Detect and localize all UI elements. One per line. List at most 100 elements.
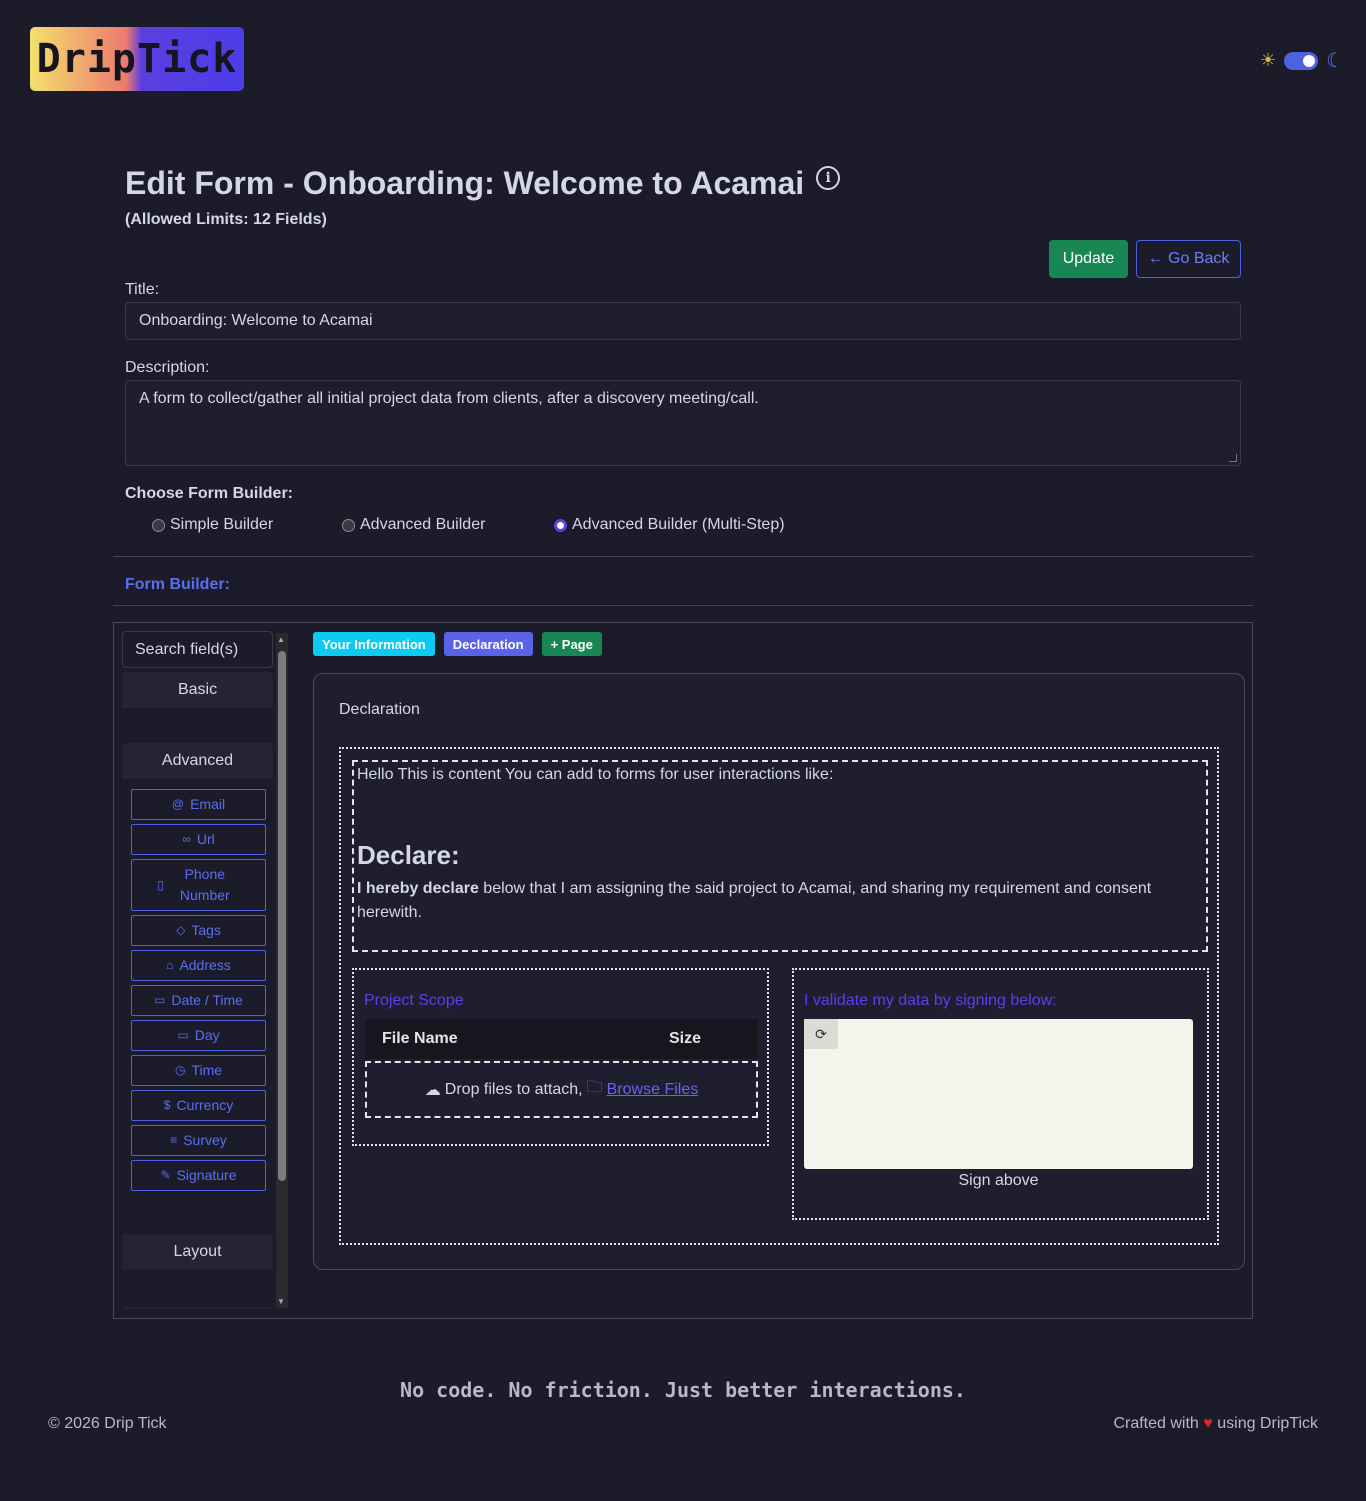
field-button-label: Currency (176, 1097, 234, 1113)
refresh-icon[interactable]: ⟳ (804, 1019, 838, 1049)
browse-files-link[interactable]: Browse Files (607, 1081, 699, 1099)
radio-simple-builder[interactable]: Simple Builder (152, 516, 273, 534)
limits-text: (Allowed Limits: 12 Fields) (125, 211, 327, 228)
scroll-down-icon[interactable]: ▼ (277, 1297, 285, 1306)
currency-icon: $ (163, 1098, 171, 1112)
content-body: I hereby declare below that I am assigni… (357, 877, 1203, 925)
tab-declaration[interactable]: Declaration (443, 632, 533, 656)
field-button-day[interactable]: ▭ Day (131, 1020, 266, 1051)
scroll-up-icon[interactable]: ▲ (277, 635, 285, 644)
radio-dot[interactable] (342, 518, 355, 532)
signature-field[interactable]: I validate my data by signing below: ⟳ S… (792, 968, 1209, 1220)
add-page-button[interactable]: + Page (541, 632, 602, 656)
page-card: Declaration Hello This is content You ca… (313, 673, 1245, 1270)
field-button-url[interactable]: ∞ Url (131, 824, 266, 855)
file-field-label: Project Scope (364, 992, 464, 1009)
divider (113, 605, 1253, 606)
time-icon: ◷ (174, 1063, 186, 1077)
field-button-label: Survey (183, 1132, 227, 1148)
field-button-email[interactable]: @ Email (131, 789, 266, 820)
description-text: A form to collect/gather all initial pro… (139, 390, 759, 407)
email-icon: @ (171, 797, 185, 811)
search-fields-input[interactable]: Search field(s) (122, 631, 273, 668)
scroll-thumb[interactable] (278, 651, 286, 1181)
resize-grip[interactable] (1229, 454, 1237, 462)
content-block[interactable]: Hello This is content You can add to for… (352, 760, 1208, 952)
brand-logo[interactable]: DripTick (30, 27, 244, 91)
field-button-label: Signature (176, 1167, 237, 1183)
section-next (122, 1307, 273, 1309)
footer-tagline: No code. No friction. Just better intera… (400, 1378, 966, 1402)
url-icon: ∞ (182, 832, 191, 846)
heart-icon: ♥ (1203, 1415, 1213, 1432)
go-back-button[interactable]: ← Go Back (1136, 240, 1241, 278)
content-intro: Hello This is content You can add to for… (357, 766, 834, 783)
field-button-label: Address (179, 957, 231, 973)
section-advanced[interactable]: Advanced (122, 743, 273, 779)
moon-icon: ☾ (1326, 50, 1344, 72)
footer-copyright: © 2026 Drip Tick (48, 1415, 167, 1432)
description-textarea[interactable]: A form to collect/gather all initial pro… (125, 380, 1241, 466)
drop-zone[interactable]: Hello This is content You can add to for… (339, 747, 1219, 1245)
footer-crafted: Crafted with ♥ using DripTick (1113, 1415, 1318, 1433)
field-button-address[interactable]: ⌂ Address (131, 950, 266, 981)
title-label: Title: (125, 281, 160, 298)
file-table-header: File Name Size (365, 1019, 758, 1059)
cloud-upload-icon: ☁ (424, 1081, 441, 1099)
form-builder: Search field(s) Basic Advanced @ Email ∞ Ur… (113, 622, 1253, 1319)
field-button-survey[interactable]: ≡ Survey (131, 1125, 266, 1156)
description-label: Description: (125, 359, 210, 376)
crafted-suffix: using DripTick (1217, 1415, 1318, 1432)
signature-pad[interactable]: ⟳ (804, 1019, 1193, 1169)
field-button-date-time[interactable]: ▭ Date / Time (131, 985, 266, 1016)
palette-scrollbar[interactable]: ▲ ▼ (276, 633, 288, 1308)
signature-icon: ✎ (160, 1168, 171, 1182)
crafted-prefix: Crafted with (1113, 1415, 1199, 1432)
field-button-label: Phone Number (179, 866, 230, 903)
radio-advanced-builder[interactable]: Advanced Builder (342, 516, 485, 534)
radio-dot[interactable] (152, 518, 165, 532)
tags-icon: ◇ (176, 923, 186, 937)
divider (113, 556, 1253, 557)
signature-caption: Sign above (958, 1172, 1039, 1189)
folder-icon: 🗀 (586, 1079, 603, 1096)
field-palette: Search field(s) Basic Advanced @ Email ∞ Ur… (122, 631, 290, 1309)
page-tabs: Your Information Declaration + Page (313, 632, 602, 656)
field-button-time[interactable]: ◷ Time (131, 1055, 266, 1086)
file-drop-area[interactable]: ☁ Drop files to attach, 🗀 Browse Files (365, 1061, 758, 1118)
info-icon[interactable]: i (816, 165, 841, 190)
radio-label: Advanced Builder (Multi-Step) (572, 516, 785, 533)
section-layout[interactable]: Layout (122, 1234, 273, 1270)
radio-label: Simple Builder (170, 516, 274, 533)
survey-icon: ≡ (170, 1133, 178, 1147)
theme-toggle[interactable]: ☀ ☾ (1260, 48, 1344, 73)
col-size: Size (669, 1030, 702, 1047)
field-button-tags[interactable]: ◇ Tags (131, 915, 266, 946)
field-button-phone-number[interactable]: ▯ Phone Number (131, 859, 266, 911)
page-title: Edit Form - Onboarding: Welcome to Acama… (125, 165, 841, 202)
radio-multistep-builder[interactable]: Advanced Builder (Multi-Step) (554, 516, 785, 534)
builder-choice-label: Choose Form Builder: (125, 485, 294, 502)
col-file-name: File Name (382, 1030, 458, 1047)
field-button-label: Day (194, 1027, 220, 1043)
address-icon: ⌂ (166, 958, 174, 972)
sun-icon: ☀ (1259, 50, 1277, 70)
update-button[interactable]: Update (1049, 240, 1128, 278)
content-heading: Declare: (357, 840, 460, 870)
field-button-label: Time (191, 1062, 223, 1078)
field-button-label: Tags (191, 922, 221, 938)
field-button-label: Url (196, 831, 215, 847)
field-button-label: Date / Time (171, 992, 243, 1008)
tab-your-information[interactable]: Your Information (313, 632, 435, 656)
card-title: Declaration (339, 701, 420, 718)
form-builder-label: Form Builder: (125, 576, 230, 593)
field-button-signature[interactable]: ✎ Signature (131, 1160, 266, 1191)
day-icon: ▭ (177, 1028, 189, 1042)
theme-switch[interactable] (1284, 51, 1319, 70)
file-upload-field[interactable]: Project Scope File Name Size ☁ Drop file… (352, 968, 769, 1146)
radio-dot-selected[interactable] (554, 518, 567, 532)
date-time-icon: ▭ (154, 993, 166, 1007)
section-basic[interactable]: Basic (122, 672, 273, 708)
field-button-currency[interactable]: $ Currency (131, 1090, 266, 1121)
title-input[interactable]: Onboarding: Welcome to Acamai (125, 302, 1241, 340)
